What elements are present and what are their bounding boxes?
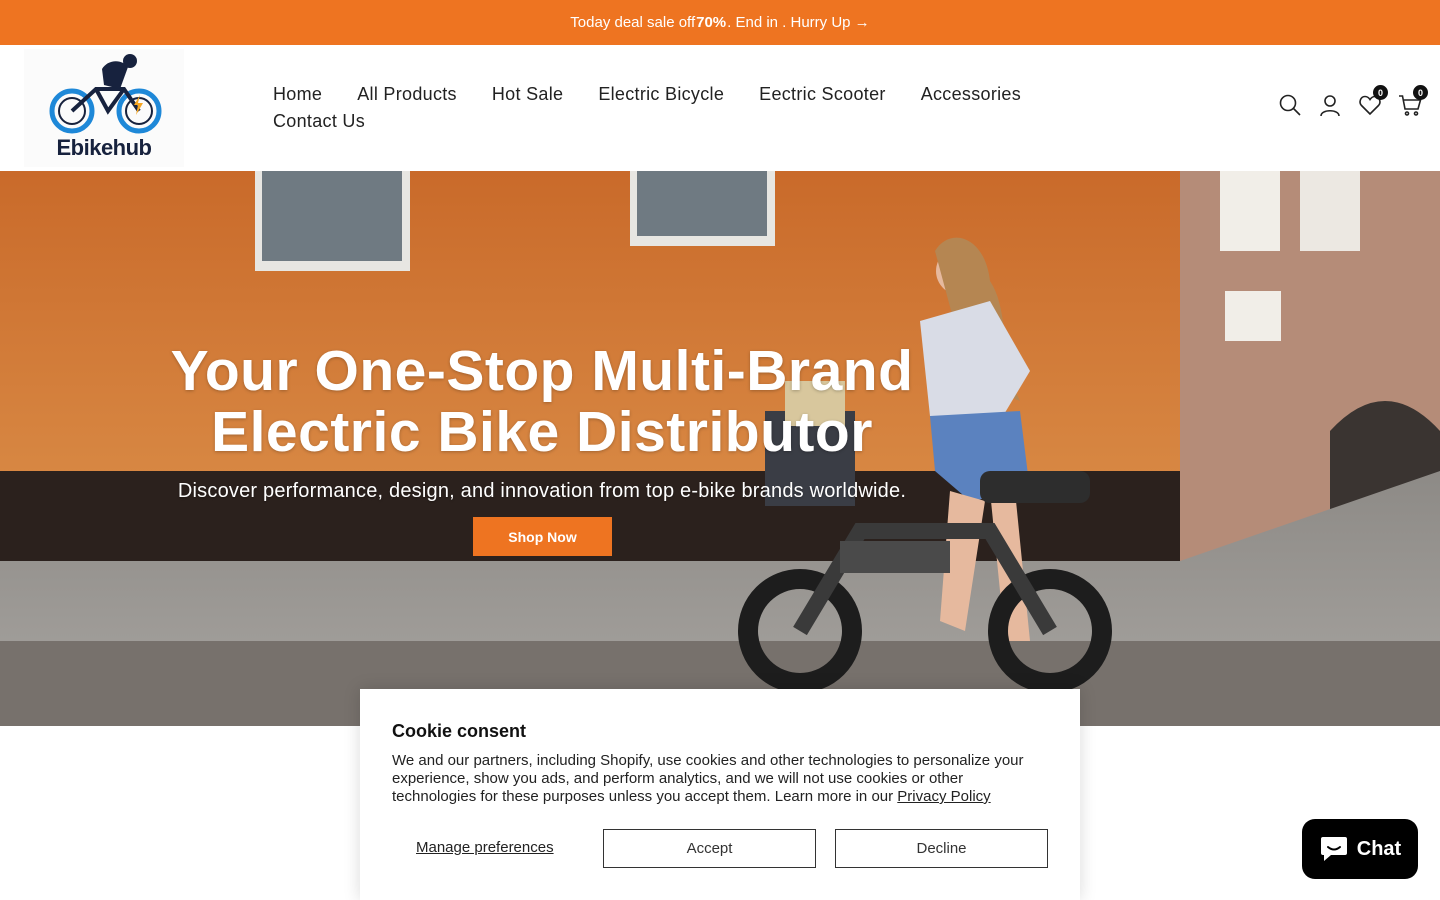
announcement-bar[interactable]: Today deal sale off 70% . End in . Hurry…: [0, 0, 1440, 45]
user-icon: [1320, 95, 1340, 117]
privacy-policy-link[interactable]: Privacy Policy: [897, 788, 990, 805]
main-nav: Home All Products Hot Sale Electric Bicy…: [273, 81, 1123, 135]
wishlist-count-badge: 0: [1373, 85, 1388, 100]
manage-preferences-link[interactable]: Manage preferences: [416, 839, 554, 856]
cookie-body: We and our partners, including Shopify, …: [392, 752, 1032, 806]
announcement-highlight: 70%: [696, 14, 727, 31]
hero-title-line1: Your One-Stop Multi-Brand: [170, 339, 914, 403]
chat-button[interactable]: Chat: [1302, 819, 1418, 879]
announcement-text-before: Today deal sale off: [570, 14, 696, 31]
hero-title-line2: Electric Bike Distributor: [211, 400, 873, 464]
cyclist-logo-icon: [49, 54, 162, 134]
nav-contact-us[interactable]: Contact Us: [273, 108, 365, 135]
logo-text: Ebikehub: [56, 135, 152, 160]
hero-banner: Your One-Stop Multi-Brand Electric Bike …: [0, 171, 1440, 726]
shop-now-button[interactable]: Shop Now: [473, 517, 612, 556]
decline-button[interactable]: Decline: [835, 829, 1048, 868]
hero-title: Your One-Stop Multi-Brand Electric Bike …: [92, 341, 992, 463]
chat-bubble-icon: [1320, 837, 1347, 861]
nav-accessories[interactable]: Accessories: [921, 81, 1021, 108]
logo[interactable]: Ebikehub: [24, 49, 184, 167]
nav-electric-bicycle[interactable]: Electric Bicycle: [598, 81, 724, 108]
hero-subtitle: Discover performance, design, and innova…: [177, 480, 907, 502]
nav-home[interactable]: Home: [273, 81, 322, 108]
search-button[interactable]: [1278, 93, 1302, 117]
account-button[interactable]: [1318, 93, 1342, 117]
site-header: Ebikehub Home All Products Hot Sale Elec…: [0, 45, 1440, 171]
announcement-text-after: . End in . Hurry Up →: [727, 14, 870, 31]
header-icons: 0 0: [1278, 85, 1428, 117]
nav-all-products[interactable]: All Products: [357, 81, 457, 108]
cookie-consent-dialog: Cookie consent We and our partners, incl…: [360, 689, 1080, 900]
cookie-title: Cookie consent: [392, 721, 527, 741]
wishlist-button[interactable]: 0: [1358, 85, 1388, 117]
accept-button[interactable]: Accept: [603, 829, 816, 868]
chat-label: Chat: [1356, 837, 1402, 860]
nav-electric-scooter[interactable]: Eectric Scooter: [759, 81, 886, 108]
nav-hot-sale[interactable]: Hot Sale: [492, 81, 563, 108]
cart-count-badge: 0: [1413, 85, 1428, 100]
search-icon: [1279, 94, 1301, 116]
cookie-actions: Manage preferences Accept Decline: [392, 829, 1048, 868]
cart-button[interactable]: 0: [1398, 85, 1428, 117]
